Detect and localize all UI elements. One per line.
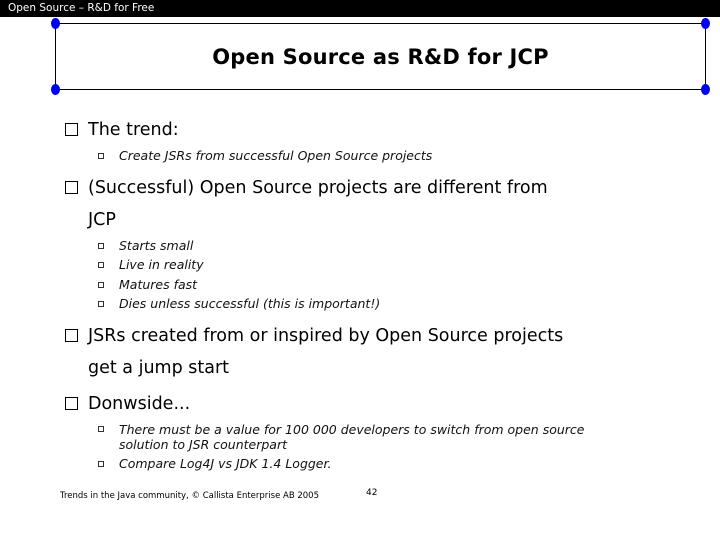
small-square-bullet-icon [98,425,104,432]
bullet-item: The trend: [63,114,683,146]
sub-bullet-text: Compare Log4J vs JDK 1.4 Logger. [119,455,332,471]
small-square-bullet-icon [98,301,104,307]
sub-bullet-text-line: solution to JSR counterpart [119,436,288,452]
sub-bullet-text: Live in reality [119,257,204,272]
small-square-bullet-icon [98,242,104,249]
sub-bullet-item: Dies unless successful (this is importan… [96,294,683,314]
sub-bullet-item: Matures fast [96,275,683,295]
small-square-bullet-icon [98,460,104,467]
sub-bullet-list: There must be a value for 100 000 develo… [96,420,683,474]
small-square-bullet-icon [98,262,104,268]
bullet-item: Donwside... [63,388,683,420]
hollow-square-bullet-icon [65,328,78,342]
sub-bullet-text: Create JSRs from successful Open Source … [119,148,433,163]
bullet-text-line: (Successful) Open Source projects are di… [88,177,548,198]
window-header: Open Source – R&D for Free [0,0,720,17]
sub-bullet-text: Starts small [119,237,194,253]
bullet-group: The trend: Create JSRs from successful O… [63,114,683,166]
sub-bullet-item: Live in reality [96,255,683,275]
sub-bullet-list: Create JSRs from successful Open Source … [96,146,683,166]
bullet-item: JSRs created from or inspired by Open So… [63,320,683,384]
bullet-item: (Successful) Open Source projects are di… [63,172,683,236]
footer-text: Trends in the Java community, © Callista… [60,491,319,501]
sub-bullet-item: There must be a value for 100 000 develo… [96,420,683,454]
title-placeholder-frame[interactable]: Open Source as R&D for JCP [51,18,710,95]
sub-bullet-text: Matures fast [119,276,198,292]
sub-bullet-text: Dies unless successful (this is importan… [119,296,381,311]
bullet-group: (Successful) Open Source projects are di… [63,172,683,314]
sub-bullet-item: Create JSRs from successful Open Source … [96,146,683,166]
sub-bullet-text-line: There must be a value for 100 000 develo… [119,421,585,437]
sub-bullet-item: Starts small [96,236,683,256]
hollow-square-bullet-icon [65,396,78,410]
bullet-text-line: get a jump start [88,357,230,378]
hollow-square-bullet-icon [65,180,78,194]
small-square-bullet-icon [98,281,104,288]
bullet-group: JSRs created from or inspired by Open So… [63,320,683,384]
sub-bullet-list: Starts small Live in reality Matures fas… [96,236,683,314]
small-square-bullet-icon [98,153,104,159]
bullet-text: Donwside... [88,393,191,414]
slide-title[interactable]: Open Source as R&D for JCP [56,24,705,89]
bullet-group: Donwside... There must be a value for 10… [63,388,683,474]
page-number: 42 [366,488,378,498]
header-text: Open Source – R&D for Free [8,2,155,14]
sub-bullet-item: Compare Log4J vs JDK 1.4 Logger. [96,454,683,474]
hollow-square-bullet-icon [65,123,78,136]
bullet-text-line: JCP [88,209,116,230]
slide-body[interactable]: The trend: Create JSRs from successful O… [63,114,683,479]
bullet-text: The trend: [88,120,179,140]
bullet-text-line: JSRs created from or inspired by Open So… [88,325,564,346]
